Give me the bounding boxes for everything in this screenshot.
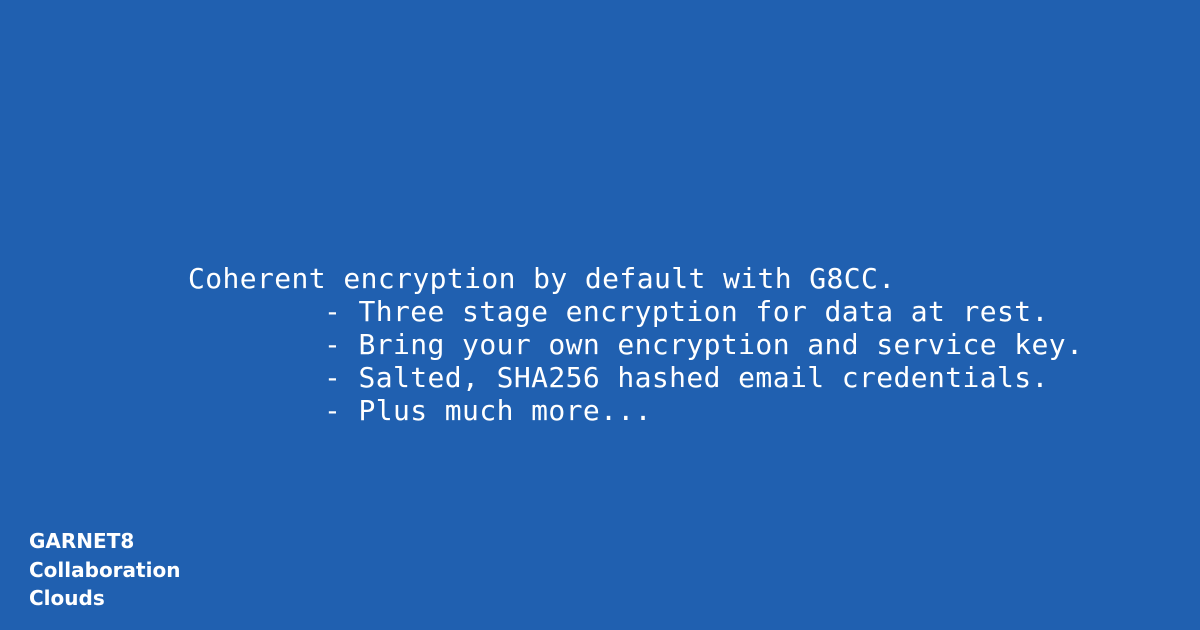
brand-tagline-1: Collaboration <box>29 557 181 582</box>
brand-tagline-2: Clouds <box>29 586 105 610</box>
encryption-message: Coherent encryption by default with G8CC… <box>188 262 1083 427</box>
bullet-byok: - Bring your own encryption and service … <box>324 328 1084 361</box>
headline: Coherent encryption by default with G8CC… <box>188 262 896 295</box>
brand-name: GARNET8 <box>29 529 135 553</box>
bullet-hashed-credentials: - Salted, SHA256 hashed email credential… <box>324 361 1049 394</box>
bullet-three-stage-encryption: - Three stage encryption for data at res… <box>324 295 1049 328</box>
brand-logo-text: GARNET8 Collaboration Clouds <box>29 527 180 613</box>
bullet-more: - Plus much more... <box>324 394 652 427</box>
